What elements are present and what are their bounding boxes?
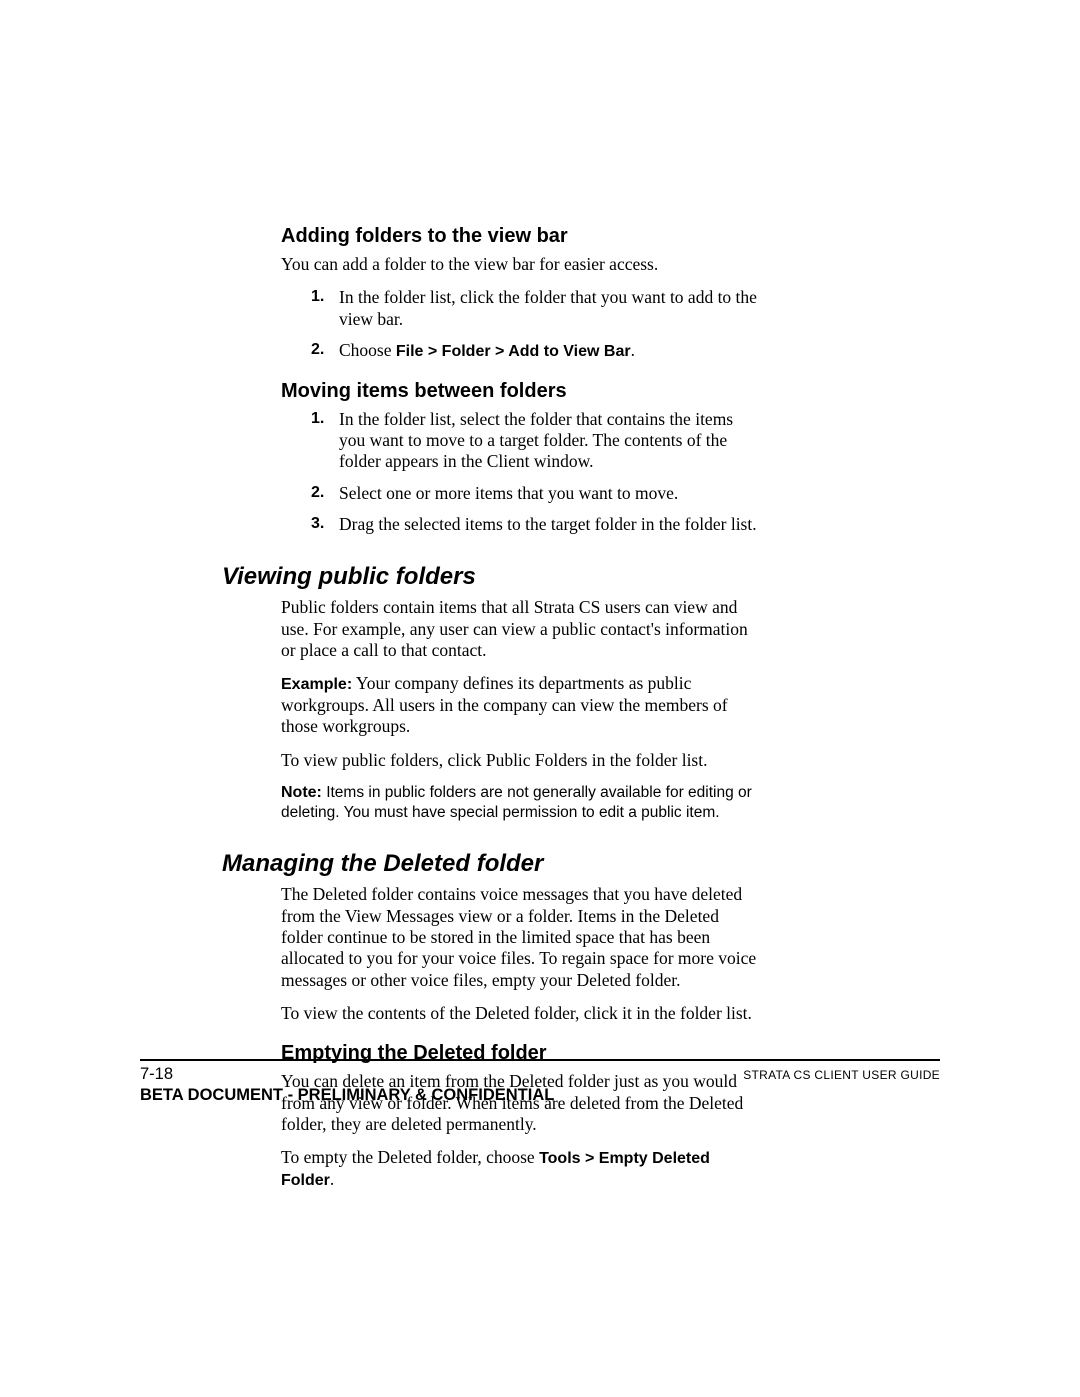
- step-number: 2.: [311, 483, 324, 503]
- step-text: Select one or more items that you want t…: [339, 483, 678, 503]
- heading-viewing-public: Viewing public folders: [222, 563, 760, 591]
- step-number: 2.: [311, 340, 324, 360]
- page-number: 7-18: [140, 1065, 173, 1084]
- adding-steps: 1. In the folder list, click the folder …: [281, 287, 760, 361]
- note-text: Items in public folders are not generall…: [281, 784, 752, 821]
- step-text-suffix: .: [631, 340, 635, 360]
- list-item: 2. Select one or more items that you wan…: [281, 483, 760, 504]
- step-number: 1.: [311, 409, 324, 429]
- footer-rule: [140, 1059, 940, 1061]
- list-item: 1. In the folder list, click the folder …: [281, 287, 760, 330]
- list-item: 1. In the folder list, select the folder…: [281, 409, 760, 473]
- step-text: In the folder list, select the folder th…: [339, 409, 733, 472]
- emptying-p2: To empty the Deleted folder, choose Tool…: [281, 1147, 760, 1190]
- viewing-note: Note: Items in public folders are not ge…: [281, 783, 760, 822]
- step-number: 3.: [311, 514, 324, 534]
- adding-intro: You can add a folder to the view bar for…: [281, 254, 760, 275]
- viewing-p1: Public folders contain items that all St…: [281, 597, 760, 661]
- menu-path: File > Folder > Add to View Bar: [396, 343, 631, 360]
- viewing-p3: To view public folders, click Public Fol…: [281, 750, 760, 771]
- step-text: Drag the selected items to the target fo…: [339, 514, 757, 534]
- step-text: In the folder list, click the folder tha…: [339, 287, 757, 328]
- step-number: 1.: [311, 287, 324, 307]
- heading-moving-items: Moving items between folders: [281, 380, 760, 403]
- heading-managing-deleted: Managing the Deleted folder: [222, 850, 760, 878]
- list-item: 2. Choose File > Folder > Add to View Ba…: [281, 340, 760, 362]
- viewing-example: Example: Your company defines its depart…: [281, 673, 760, 737]
- page-footer: 7-18 STRATA CS CLIENT USER GUIDE BETA DO…: [0, 1059, 1080, 1105]
- note-label: Note:: [281, 784, 322, 801]
- emptying-p2-prefix: To empty the Deleted folder, choose: [281, 1147, 539, 1167]
- heading-adding-folders: Adding folders to the view bar: [281, 225, 760, 248]
- content-column: Adding folders to the view bar You can a…: [140, 225, 760, 1190]
- emptying-p2-suffix: .: [330, 1169, 334, 1189]
- doc-title: STRATA CS CLIENT USER GUIDE: [743, 1065, 940, 1084]
- confidential-label: BETA DOCUMENT - PRELIMINARY & CONFIDENTI…: [140, 1086, 940, 1105]
- managing-p2: To view the contents of the Deleted fold…: [281, 1003, 760, 1024]
- example-label: Example:: [281, 676, 352, 693]
- moving-steps: 1. In the folder list, select the folder…: [281, 409, 760, 536]
- managing-p1: The Deleted folder contains voice messag…: [281, 884, 760, 991]
- list-item: 3. Drag the selected items to the target…: [281, 514, 760, 535]
- page: Adding folders to the view bar You can a…: [0, 0, 1080, 1397]
- step-text-prefix: Choose: [339, 340, 396, 360]
- footer-row: 7-18 STRATA CS CLIENT USER GUIDE: [140, 1065, 940, 1084]
